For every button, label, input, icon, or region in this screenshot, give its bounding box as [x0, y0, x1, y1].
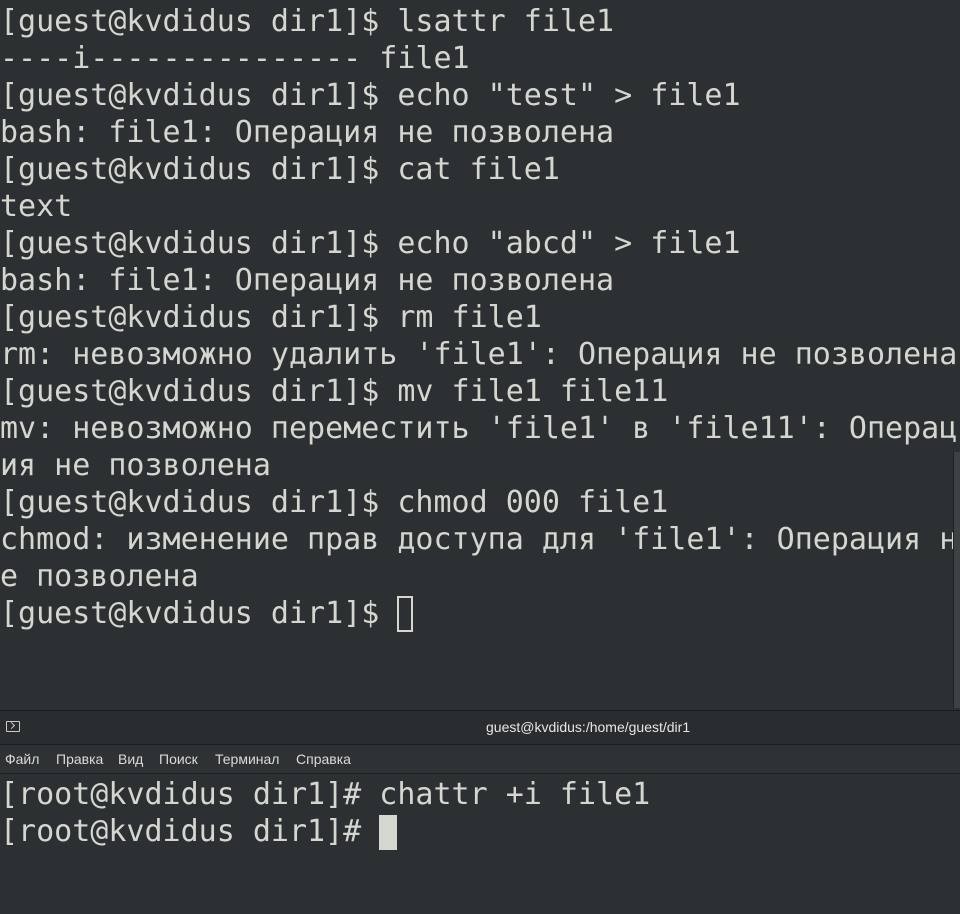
terminal-line: [guest@kvdidus dir1]$ echo "abcd" > file… — [0, 226, 741, 261]
terminal-line: [guest@kvdidus dir1]$ lsattr file1 — [0, 4, 615, 39]
terminal-line: bash: file1: Операция не позволена — [0, 263, 615, 298]
terminal-line: rm: невозможно удалить 'file1': Операция… — [0, 337, 958, 372]
menu-edit[interactable]: Правка — [56, 745, 103, 773]
menu-view[interactable]: Вид — [118, 745, 143, 773]
menu-help[interactable]: Справка — [296, 745, 351, 773]
bottom-terminal-view[interactable]: [root@kvdidus dir1]# chattr +i file1 [ro… — [0, 774, 960, 914]
terminal-line: [guest@kvdidus dir1]$ chmod 000 file1 — [0, 485, 669, 520]
prompt-text: [root@kvdidus dir1]# — [0, 814, 380, 849]
window-title: guest@kvdidus:/home/guest/dir1 — [486, 719, 691, 735]
terminal-prompt-line: [guest@kvdidus dir1]$ — [0, 595, 414, 632]
menu-file[interactable]: Файл — [5, 745, 39, 773]
terminal-line: [guest@kvdidus dir1]$ cat file1 — [0, 152, 560, 187]
prompt-text: [guest@kvdidus dir1]$ — [0, 596, 398, 631]
menu-search[interactable]: Поиск — [159, 745, 198, 773]
terminal-line: е позволена — [0, 559, 199, 594]
terminal-line: chmod: изменение прав доступа для 'file1… — [0, 522, 958, 557]
scrollbar[interactable] — [953, 452, 960, 708]
window-titlebar[interactable]: guest@kvdidus:/home/guest/dir1 — [0, 710, 960, 745]
terminal-line: text — [0, 189, 73, 224]
terminal-line: ----i--------------- file1 — [0, 41, 470, 76]
desktop: [guest@kvdidus dir1]$ lsattr file1 ----i… — [0, 0, 960, 914]
terminal-line: ия не позволена — [0, 448, 271, 483]
top-terminal-view[interactable]: [guest@kvdidus dir1]$ lsattr file1 ----i… — [0, 0, 960, 710]
terminal-prompt-line: [root@kvdidus dir1]# — [0, 813, 398, 850]
terminal-line: [guest@kvdidus dir1]$ echo "test" > file… — [0, 78, 741, 113]
terminal-line: [guest@kvdidus dir1]$ rm file1 — [0, 300, 542, 335]
menu-bar: Файл Правка Вид Поиск Терминал Справка — [0, 745, 960, 774]
text-cursor — [379, 815, 398, 850]
terminal-line: [root@kvdidus dir1]# chattr +i file1 — [0, 777, 651, 812]
menu-terminal[interactable]: Терминал — [215, 745, 279, 773]
terminal-line: bash: file1: Операция не позволена — [0, 115, 615, 150]
terminal-line: [guest@kvdidus dir1]$ mv file1 file11 — [0, 374, 669, 409]
terminal-line: mv: невозможно переместить 'file1' в 'fi… — [0, 411, 958, 446]
text-cursor — [397, 596, 414, 632]
